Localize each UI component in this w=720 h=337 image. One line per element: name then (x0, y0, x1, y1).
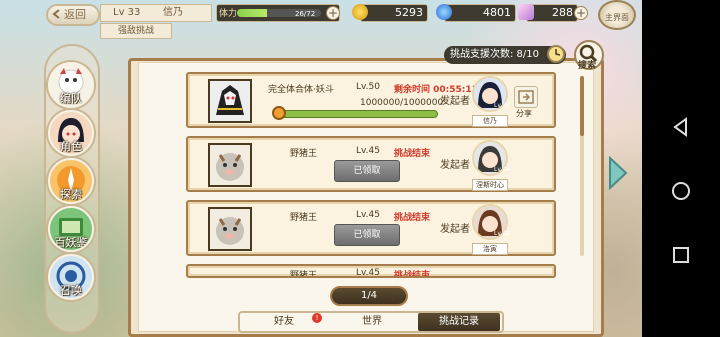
nav-recent-apps-icon[interactable] (670, 244, 692, 266)
share-icon (518, 90, 534, 104)
claimed-button[interactable]: 已领取 (334, 224, 400, 246)
challenge-row[interactable]: 野猪王 Lv.45 挑战结束 (186, 264, 556, 278)
boss-level: Lv.45 (356, 210, 380, 220)
menu-bestiary-button[interactable]: 百妖鉴 (48, 206, 94, 252)
list-scrollbar[interactable] (580, 76, 584, 256)
add-stamina-button[interactable]: + (326, 6, 340, 20)
next-page-arrow-icon[interactable] (606, 156, 628, 190)
challenge-status: 挑战结束 (394, 213, 431, 223)
stamina-fill (237, 9, 268, 17)
crystal-value: 4801 (483, 6, 511, 19)
stamina-label: 体力 (219, 9, 238, 19)
boss-portrait (208, 143, 252, 187)
main-city-label: 主界面 (605, 13, 629, 22)
boss-level: Lv.45 (356, 146, 380, 156)
initiator-name: 信乃 (472, 115, 508, 127)
menu-character-button[interactable]: 角色 (48, 110, 94, 156)
back-button[interactable]: 返回 (46, 4, 100, 26)
boss-name: 完全体合体·妖斗 (268, 85, 334, 95)
initiator-level: Lv.33 (494, 102, 510, 109)
challenge-row[interactable]: 野猪王 Lv.45 挑战结束 已领取 发起者 Lv.44 涅斯时心 (186, 136, 556, 192)
gem-icon (518, 4, 534, 20)
initiator-level: Lv.40 (494, 230, 510, 237)
page-indicator: 1/4 (330, 286, 408, 306)
boss-portrait (208, 79, 252, 123)
share-button[interactable] (514, 86, 538, 108)
boss-hp-bar (278, 110, 438, 118)
initiator-level: Lv.44 (494, 166, 510, 173)
menu-character-label: 角色 (60, 140, 82, 153)
crystal-counter: 4801 (444, 4, 516, 22)
menu-summon-button[interactable]: 召唤 (48, 254, 94, 300)
nav-home-icon[interactable] (670, 180, 692, 202)
crystal-icon (436, 4, 452, 20)
clock-icon (547, 45, 565, 63)
initiator-name: 涅斯时心 (472, 179, 508, 191)
initiator-label: 发起者 (440, 224, 470, 235)
game-viewport: 返回 Lv 33 信乃 体力 26/72 + 5293 4801 288 + 主… (0, 0, 642, 337)
stamina-meter: 体力 26/72 (216, 4, 340, 22)
bottom-tabs: 好友 世界 挑战记录 (238, 311, 504, 333)
back-label: 返回 (64, 8, 86, 21)
search-label: 搜索 (578, 61, 597, 71)
boss-level: Lv.50 (356, 82, 380, 92)
player-info: Lv 33 信乃 (100, 4, 212, 22)
tab-challenge-record-label: 挑战记录 (439, 316, 479, 327)
gold-counter: 5293 (360, 4, 428, 22)
back-arrow-icon (52, 9, 60, 19)
main-city-button[interactable]: 主界面 (598, 0, 636, 30)
menu-explore-label: 探索 (60, 188, 82, 201)
menu-summon-label: 召唤 (60, 284, 82, 297)
notification-badge: ! (312, 313, 322, 323)
initiator-label: 发起者 (440, 96, 470, 107)
add-gem-button[interactable]: + (574, 6, 588, 20)
nav-back-icon[interactable] (670, 116, 692, 138)
stamina-value: 26/72 (295, 10, 316, 18)
boss-hp-text: 1000000/1000000 (360, 98, 444, 108)
tab-world[interactable]: 世界 (330, 313, 414, 331)
scrollbar-thumb[interactable] (580, 76, 584, 136)
claimed-button[interactable]: 已领取 (334, 160, 400, 182)
boss-portrait (208, 207, 252, 251)
android-nav-bar (642, 0, 720, 337)
boar-king-image (210, 145, 250, 185)
tab-challenge-record[interactable]: 挑战记录 (418, 313, 500, 331)
boss-name: 野猪王 (290, 213, 318, 223)
menu-formation-button[interactable]: 编队 (48, 62, 94, 108)
initiator-name: 洛寅 (472, 243, 508, 255)
challenge-status: 挑战结束 (394, 271, 431, 278)
challenge-status: 挑战结束 (394, 149, 431, 159)
gold-value: 5293 (395, 6, 423, 19)
boss-hp-icon (272, 106, 286, 120)
gem-value: 288 (552, 6, 573, 19)
player-name: 信乃 (163, 7, 183, 18)
boss-portrait-image (210, 81, 250, 121)
boar-king-image (210, 209, 250, 249)
player-level: Lv 33 (113, 7, 141, 18)
gold-coin-icon (352, 4, 368, 20)
page-subtitle: 强敌挑战 (100, 23, 172, 39)
menu-formation-label: 编队 (60, 92, 82, 105)
menu-bestiary-label: 百妖鉴 (54, 236, 88, 249)
menu-explore-button[interactable]: 探索 (48, 158, 94, 204)
share-label: 分享 (516, 109, 532, 118)
boss-name: 野猪王 (290, 271, 318, 278)
challenge-row[interactable]: 野猪王 Lv.45 挑战结束 已领取 发起者 Lv.40 洛寅 (186, 200, 556, 256)
boss-name: 野猪王 (290, 149, 318, 159)
challenge-row[interactable]: 完全体合体·妖斗 Lv.50 剩余时间 00:55:11 1000000/100… (186, 72, 556, 128)
initiator-label: 发起者 (440, 160, 470, 171)
boss-level: Lv.45 (356, 268, 380, 278)
